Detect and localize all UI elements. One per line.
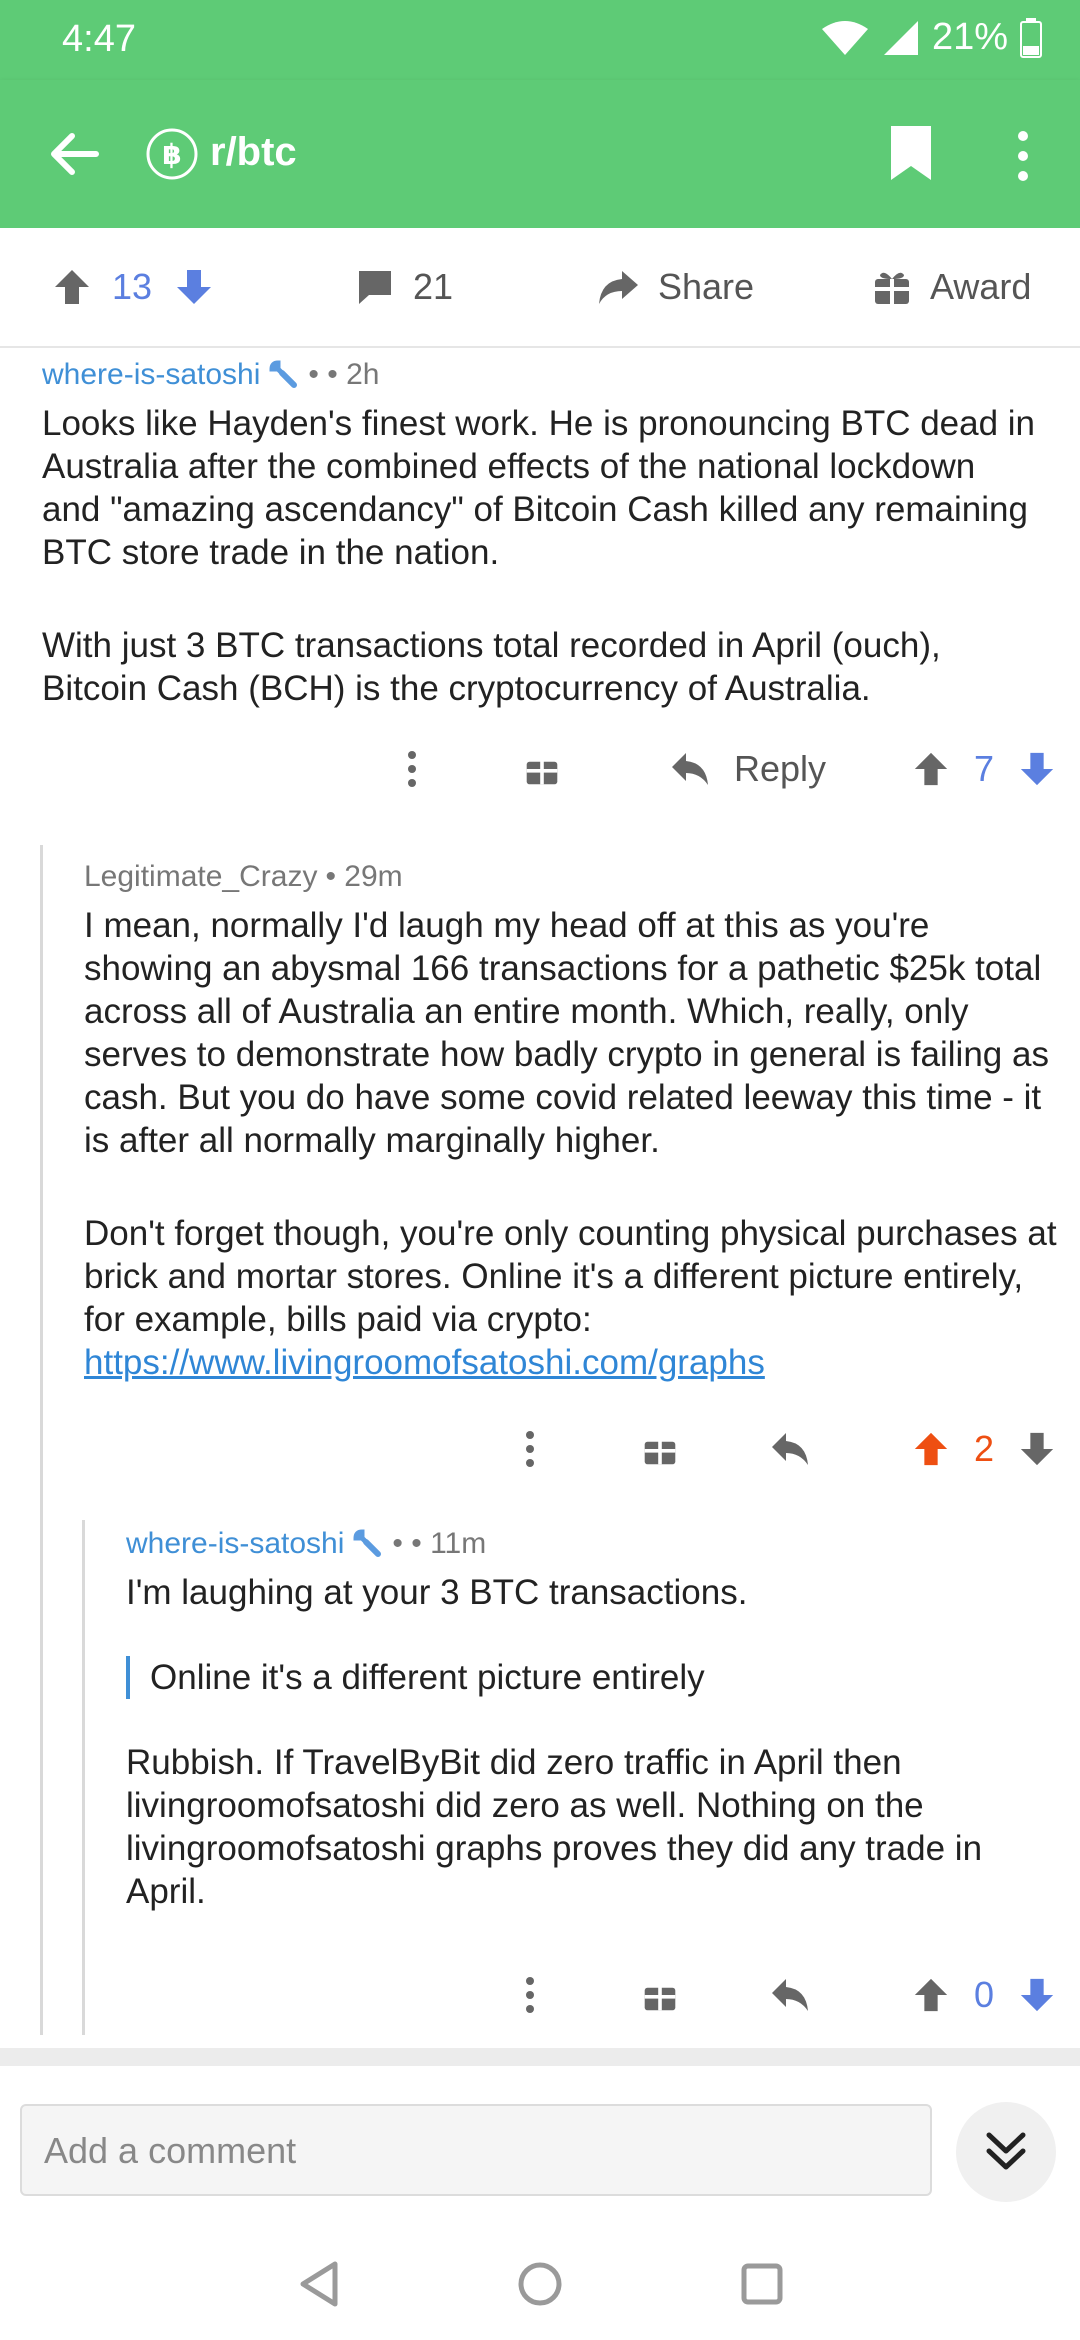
upvote-icon[interactable]	[912, 1976, 950, 2014]
cell-signal-icon	[883, 20, 918, 55]
nav-recents-icon[interactable]	[740, 2262, 784, 2306]
more-vert-icon[interactable]	[400, 749, 424, 789]
comment: Legitimate_Crazy • 29m I mean, normally …	[84, 860, 1064, 1384]
comment-paragraph: Don't forget though, you're only countin…	[84, 1214, 1057, 1339]
nav-back-icon[interactable]	[297, 2260, 341, 2308]
comment-body: I'm laughing at your 3 BTC transactions.…	[126, 1571, 1056, 1913]
comment-actions: 0	[518, 1974, 1056, 2016]
share-label: Share	[658, 266, 755, 307]
thread-line[interactable]	[82, 1520, 85, 2035]
downvote-icon[interactable]	[1018, 1430, 1056, 1468]
comment-body: I mean, normally I'd laugh my head off a…	[84, 904, 1064, 1384]
reply-label: Reply	[734, 748, 827, 789]
battery-icon	[1020, 17, 1042, 58]
wrench-icon	[269, 360, 298, 388]
comment: where-is-satoshi • • 2h Looks like Hayde…	[42, 358, 1042, 710]
award-label: Award	[930, 266, 1032, 307]
downvote-icon[interactable]	[1018, 750, 1056, 788]
award-button[interactable]: Award	[872, 228, 1031, 346]
post-action-bar: 13 21 Share Award	[0, 228, 1080, 348]
comment: where-is-satoshi • • 11m I'm laughing at…	[126, 1527, 1056, 1913]
thread-line[interactable]	[40, 845, 43, 2035]
upvote-icon[interactable]	[52, 267, 92, 307]
comment-paragraph: Rubbish. If TravelByBit did zero traffic…	[126, 1743, 983, 1911]
gift-icon[interactable]	[642, 1431, 678, 1467]
status-time: 4:47	[62, 18, 136, 60]
reply-icon[interactable]	[770, 1977, 810, 2013]
app-bar: ฿ r/btc	[0, 80, 1080, 228]
system-nav-bar	[0, 2210, 1080, 2340]
share-button[interactable]: Share	[596, 228, 754, 346]
comment-actions: Reply 7	[400, 748, 1056, 790]
comment-link[interactable]: https://www.livingroomofsatoshi.com/grap…	[84, 1343, 765, 1382]
comment-paragraph: I mean, normally I'd laugh my head off a…	[84, 906, 1049, 1160]
comment-score: 0	[974, 1974, 995, 2015]
wifi-icon	[821, 20, 868, 55]
upvote-icon[interactable]	[912, 750, 950, 788]
nav-home-icon[interactable]	[516, 2260, 564, 2308]
back-arrow-icon[interactable]	[44, 124, 104, 184]
comment-time: • • 11m	[392, 1527, 487, 1560]
comment-meta: where-is-satoshi • • 11m	[126, 1527, 1056, 1561]
comment-count: 21	[413, 266, 454, 307]
gift-icon	[875, 271, 909, 304]
blockquote: Online it's a different picture entirely	[126, 1656, 1056, 1699]
comment-author[interactable]: where-is-satoshi	[42, 358, 260, 392]
svg-text:฿: ฿	[162, 138, 181, 171]
comment-author[interactable]: where-is-satoshi	[126, 1527, 344, 1561]
comment-icon	[359, 271, 391, 304]
comment-paragraph: Looks like Hayden's finest work. He is p…	[42, 404, 1036, 572]
subreddit-title[interactable]: r/btc	[210, 130, 297, 175]
upvote-icon[interactable]	[912, 1430, 950, 1468]
comment-actions: 2	[518, 1428, 1056, 1470]
comment-meta: Legitimate_Crazy • 29m	[84, 860, 1064, 894]
comment-paragraph: With just 3 BTC transactions total recor…	[42, 626, 941, 708]
wrench-icon	[353, 1529, 382, 1557]
battery-percent: 21%	[931, 16, 1008, 58]
gift-icon[interactable]	[642, 1977, 678, 2013]
expand-button[interactable]	[956, 2102, 1056, 2202]
share-icon	[599, 271, 638, 304]
status-bar: 4:47 21%	[0, 0, 1080, 80]
comment-body: Looks like Hayden's finest work. He is p…	[42, 402, 1042, 710]
downvote-icon[interactable]	[174, 267, 214, 307]
add-comment-input[interactable]: Add a comment	[20, 2104, 932, 2196]
comment-score: 7	[974, 748, 995, 789]
more-vert-icon[interactable]	[518, 1429, 542, 1469]
more-vert-icon[interactable]	[1003, 126, 1043, 186]
comment-time: • • 2h	[308, 358, 380, 391]
reply-icon	[672, 753, 708, 785]
downvote-icon[interactable]	[1018, 1976, 1056, 2014]
bookmark-icon[interactable]	[887, 124, 935, 182]
more-vert-icon[interactable]	[518, 1975, 542, 2015]
comment-time: • 29m	[325, 860, 403, 893]
comment-paragraph: I'm laughing at your 3 BTC transactions.	[126, 1573, 748, 1612]
post-score: 13	[112, 266, 153, 307]
comment-score: 2	[974, 1428, 995, 1469]
post-vote-group: 13	[52, 228, 214, 346]
double-chevron-down-icon	[986, 2132, 1026, 2170]
divider	[0, 2048, 1080, 2066]
gift-icon[interactable]	[524, 751, 560, 787]
comment-author[interactable]: Legitimate_Crazy	[84, 860, 317, 894]
reply-icon[interactable]	[770, 1431, 810, 1467]
comments-button[interactable]: 21	[355, 228, 453, 346]
comment-meta: where-is-satoshi • • 2h	[42, 358, 1042, 392]
bitcoin-icon[interactable]: ฿	[145, 127, 199, 181]
reply-button[interactable]: Reply	[670, 748, 826, 790]
